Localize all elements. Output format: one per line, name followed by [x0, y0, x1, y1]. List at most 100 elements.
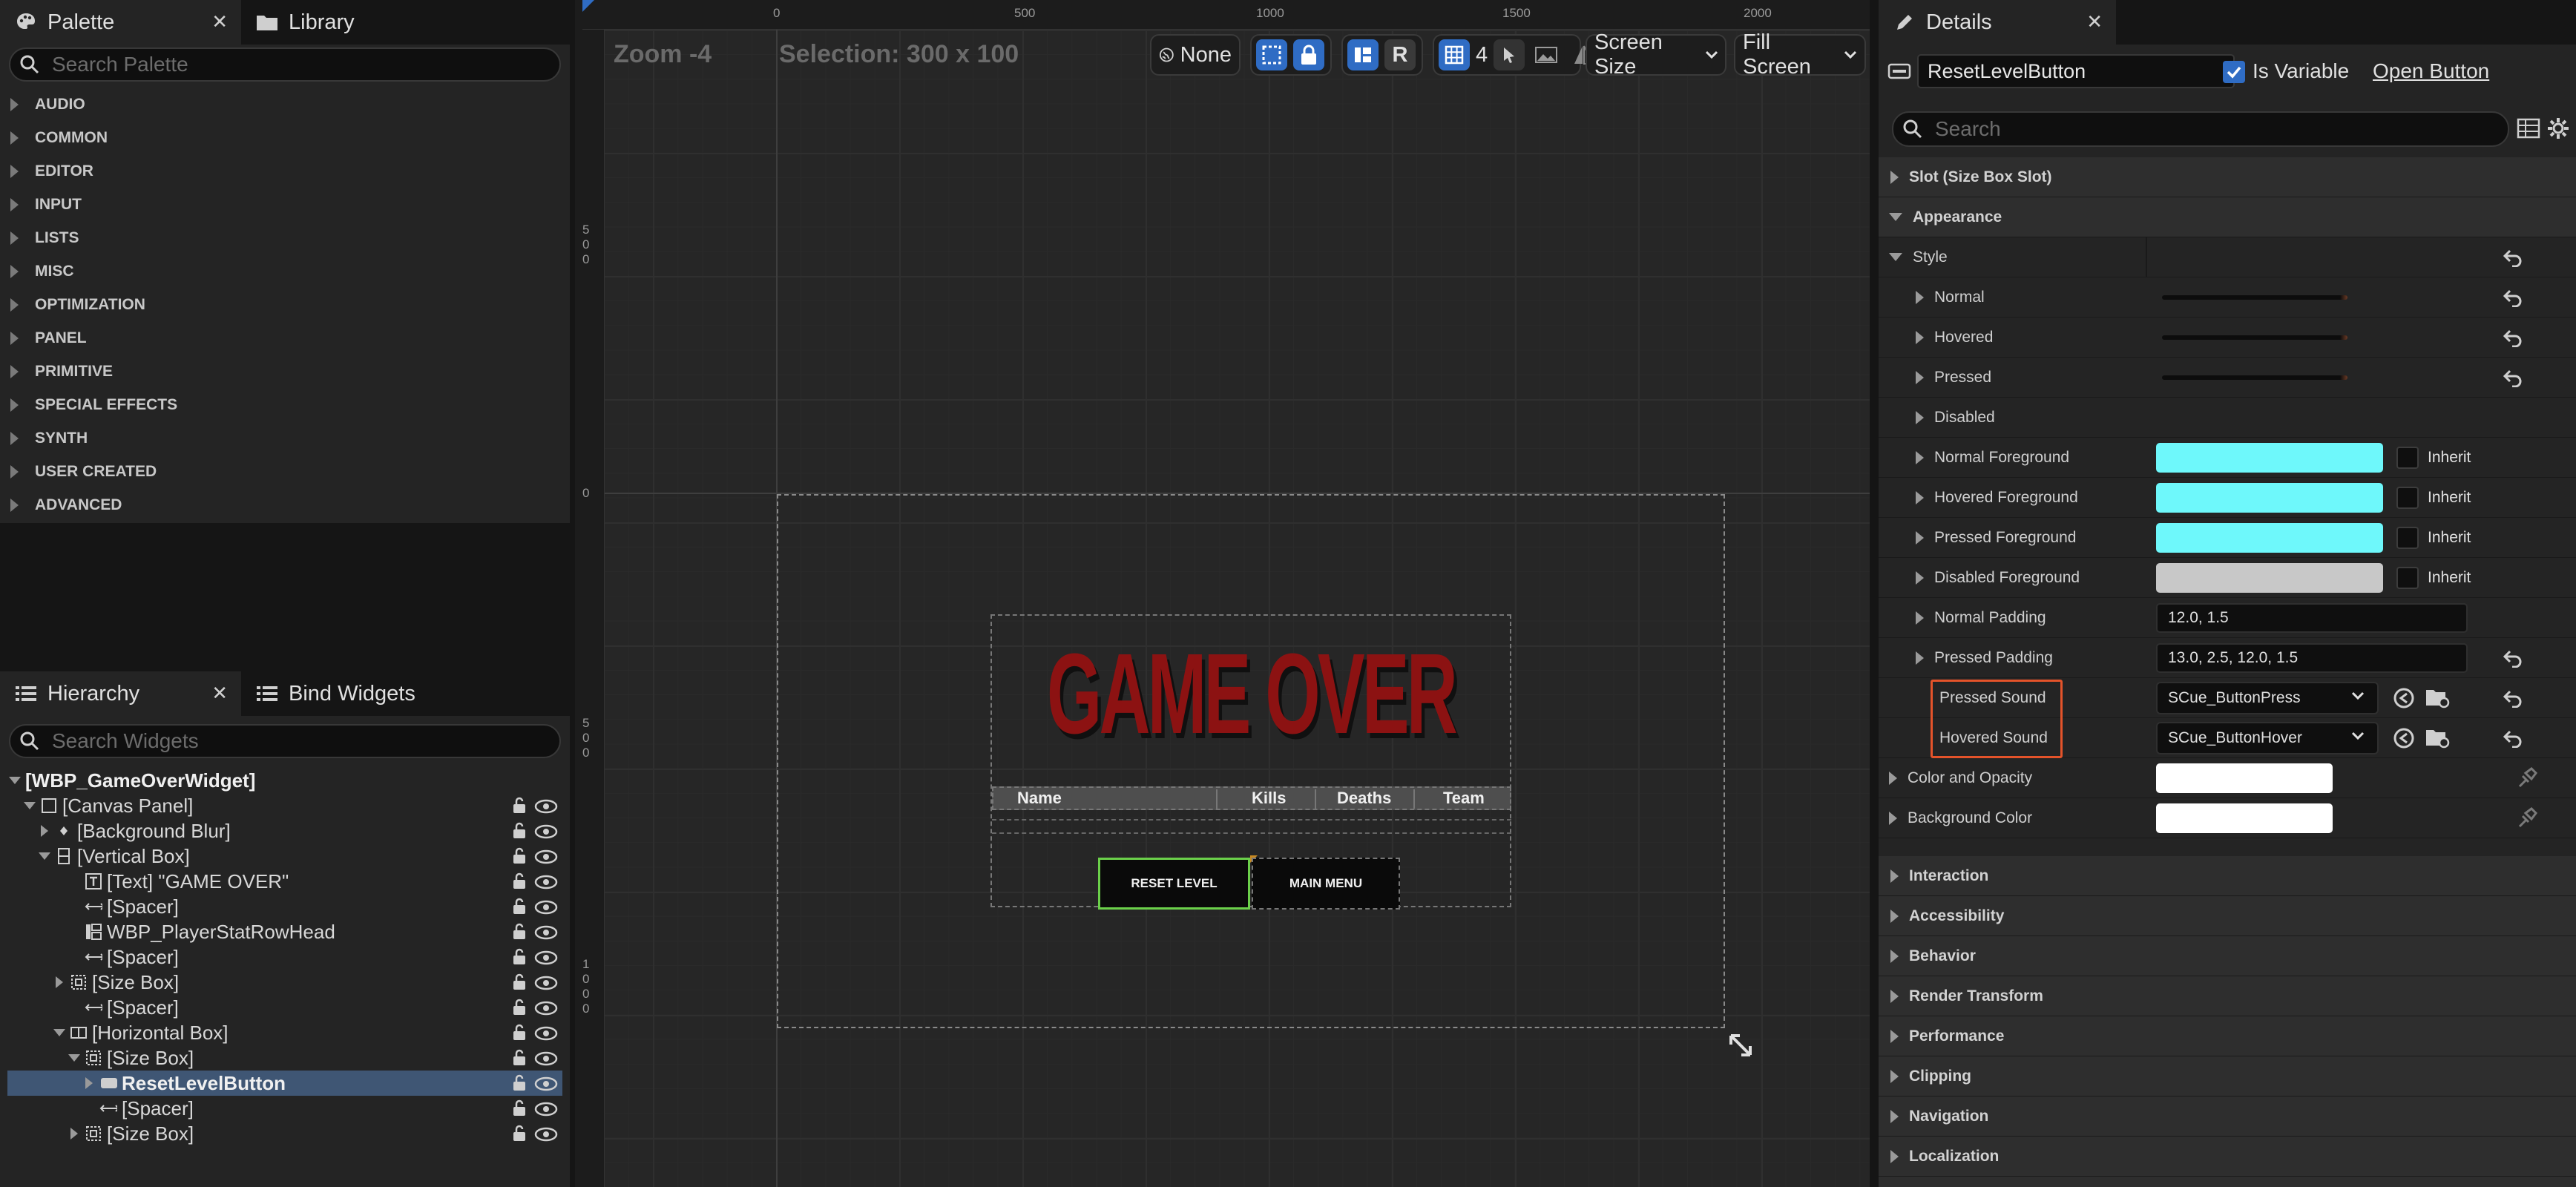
visibility-lock-toggles[interactable]: [510, 1073, 559, 1093]
normal-foreground-row[interactable]: Normal Foreground Inherit: [1879, 438, 2576, 478]
hierarchy-item[interactable]: WBP_PlayerStatRowHead: [7, 919, 562, 944]
hovered-brush-row[interactable]: Hovered: [1879, 318, 2576, 358]
hierarchy-item[interactable]: [Background Blur]: [7, 818, 562, 844]
normal-foreground-inherit[interactable]: Inherit: [2396, 446, 2471, 469]
hierarchy-item[interactable]: [Spacer]: [7, 995, 562, 1020]
pressed-padding-field[interactable]: 13.0, 2.5, 12.0, 1.5: [2156, 642, 2468, 673]
browse-asset-icon[interactable]: [2425, 686, 2451, 710]
expand-arrow-icon[interactable]: [67, 1126, 82, 1141]
section-interaction[interactable]: Interaction: [1879, 856, 2576, 896]
player-stat-row-head[interactable]: Name Kills Deaths Team: [992, 786, 1511, 810]
expand-arrow-icon[interactable]: [52, 975, 67, 990]
section-localization[interactable]: Localization: [1879, 1137, 2576, 1177]
resize-handle-icon[interactable]: [1726, 1031, 1756, 1061]
palette-category-audio[interactable]: AUDIO: [0, 88, 570, 121]
section-performance[interactable]: Performance: [1879, 1016, 2576, 1056]
hierarchy-item[interactable]: [Canvas Panel]: [7, 793, 562, 818]
hierarchy-search-input[interactable]: [52, 729, 559, 753]
style-row[interactable]: Style: [1879, 237, 2576, 277]
hovered-brush-preview[interactable]: [2162, 335, 2347, 340]
visibility-lock-toggles[interactable]: [510, 973, 559, 992]
use-selected-asset-icon[interactable]: [2392, 686, 2416, 710]
normal-padding-field[interactable]: 12.0, 1.5: [2156, 602, 2468, 633]
visibility-lock-toggles[interactable]: [510, 821, 559, 841]
visibility-lock-toggles[interactable]: [510, 846, 559, 866]
normal-brush-preview[interactable]: [2162, 295, 2347, 300]
reset-to-default-icon[interactable]: [2502, 248, 2524, 267]
inherit-checkbox[interactable]: [2396, 486, 2419, 509]
pressed-foreground-row[interactable]: Pressed Foreground Inherit: [1879, 518, 2576, 558]
background-color-row[interactable]: Background Color: [1879, 798, 2576, 838]
collapse-arrow-icon[interactable]: [7, 773, 22, 788]
reset-to-default-icon[interactable]: [2502, 368, 2524, 387]
snap-layout-button[interactable]: [1347, 39, 1379, 70]
section-accessibility[interactable]: Accessibility: [1879, 896, 2576, 936]
table-view-icon[interactable]: [2517, 117, 2540, 139]
hierarchy-item[interactable]: [Spacer]: [7, 944, 562, 970]
visibility-lock-toggles[interactable]: [510, 947, 559, 967]
reset-to-default-icon[interactable]: [2502, 288, 2524, 307]
hierarchy-item[interactable]: [Horizontal Box]: [7, 1020, 562, 1045]
visibility-lock-toggles[interactable]: [510, 998, 559, 1017]
open-button-link[interactable]: Open Button: [2373, 59, 2489, 83]
browse-asset-icon[interactable]: [2425, 726, 2451, 750]
hierarchy-item[interactable]: [Spacer]: [7, 894, 562, 919]
hovered-sound-dropdown[interactable]: SCue_ButtonHover: [2156, 721, 2379, 754]
hierarchy-item[interactable]: [Size Box]: [7, 1045, 562, 1071]
visibility-lock-toggles[interactable]: [510, 897, 559, 916]
bind-property-icon[interactable]: [2515, 807, 2537, 829]
palette-category-editor[interactable]: EDITOR: [0, 154, 570, 188]
disabled-foreground-inherit[interactable]: Inherit: [2396, 566, 2471, 589]
hierarchy-item[interactable]: [Vertical Box]: [7, 844, 562, 869]
hierarchy-search[interactable]: [9, 724, 561, 758]
background-color-swatch[interactable]: [2156, 803, 2333, 833]
palette-category-user-created[interactable]: USER CREATED: [0, 455, 570, 488]
hierarchy-item[interactable]: [Size Box]: [7, 1121, 562, 1146]
tab-library[interactable]: Library: [241, 0, 419, 45]
section-behavior[interactable]: Behavior: [1879, 936, 2576, 976]
tab-details[interactable]: Details ✕: [1879, 0, 2116, 45]
hovered-foreground-swatch[interactable]: [2156, 482, 2383, 513]
palette-category-input[interactable]: INPUT: [0, 188, 570, 221]
palette-category-primitive[interactable]: PRIMITIVE: [0, 355, 570, 388]
hierarchy-item[interactable]: [WBP_GameOverWidget]: [7, 768, 562, 793]
hierarchy-item[interactable]: [Size Box]: [7, 970, 562, 995]
reset-to-default-icon[interactable]: [2502, 648, 2524, 668]
tab-bind-widgets[interactable]: Bind Widgets: [241, 671, 434, 716]
inherit-checkbox[interactable]: [2396, 446, 2419, 469]
slot-section[interactable]: Slot (Size Box Slot): [1879, 157, 2576, 197]
expand-arrow-icon[interactable]: [37, 823, 52, 838]
settings-gear-icon[interactable]: [2546, 116, 2570, 140]
use-selected-asset-icon[interactable]: [2392, 726, 2416, 750]
reset-to-default-icon[interactable]: [2502, 688, 2524, 708]
palette-search[interactable]: [9, 47, 561, 82]
is-variable-checkbox[interactable]: [2223, 61, 2245, 83]
reset-level-button[interactable]: RESET LEVEL: [1098, 858, 1250, 910]
pointer-button[interactable]: [1494, 39, 1525, 70]
main-menu-button[interactable]: MAIN MENU: [1252, 858, 1400, 910]
visibility-lock-toggles[interactable]: [510, 1023, 559, 1042]
palette-category-advanced[interactable]: ADVANCED: [0, 488, 570, 522]
game-over-title[interactable]: GAME OVER: [1047, 616, 1458, 772]
details-search-input[interactable]: [1935, 117, 2508, 141]
screen-size-dropdown[interactable]: Screen Size: [1586, 30, 1726, 79]
palette-category-panel[interactable]: PANEL: [0, 321, 570, 355]
disabled-foreground-swatch[interactable]: [2156, 562, 2383, 593]
close-icon[interactable]: ✕: [211, 682, 228, 705]
lock-button[interactable]: [1293, 39, 1324, 70]
palette-category-lists[interactable]: LISTS: [0, 221, 570, 254]
hierarchy-item[interactable]: ResetLevelButton: [7, 1071, 562, 1096]
details-search[interactable]: [1892, 111, 2509, 147]
grid-snap-value[interactable]: 4: [1476, 43, 1488, 68]
hierarchy-item[interactable]: [Text] "GAME OVER": [7, 869, 562, 894]
expand-arrow-icon[interactable]: [82, 1076, 96, 1091]
palette-category-special-effects[interactable]: SPECIAL EFFECTS: [0, 388, 570, 421]
visibility-lock-toggles[interactable]: [510, 796, 559, 815]
close-icon[interactable]: ✕: [211, 10, 228, 33]
fill-screen-dropdown[interactable]: Fill Screen: [1734, 30, 1866, 79]
bind-property-icon[interactable]: [2515, 767, 2537, 789]
palette-category-synth[interactable]: SYNTH: [0, 421, 570, 455]
appearance-section[interactable]: Appearance: [1879, 197, 2576, 237]
pressed-brush-row[interactable]: Pressed: [1879, 358, 2576, 398]
pressed-brush-preview[interactable]: [2162, 375, 2347, 380]
